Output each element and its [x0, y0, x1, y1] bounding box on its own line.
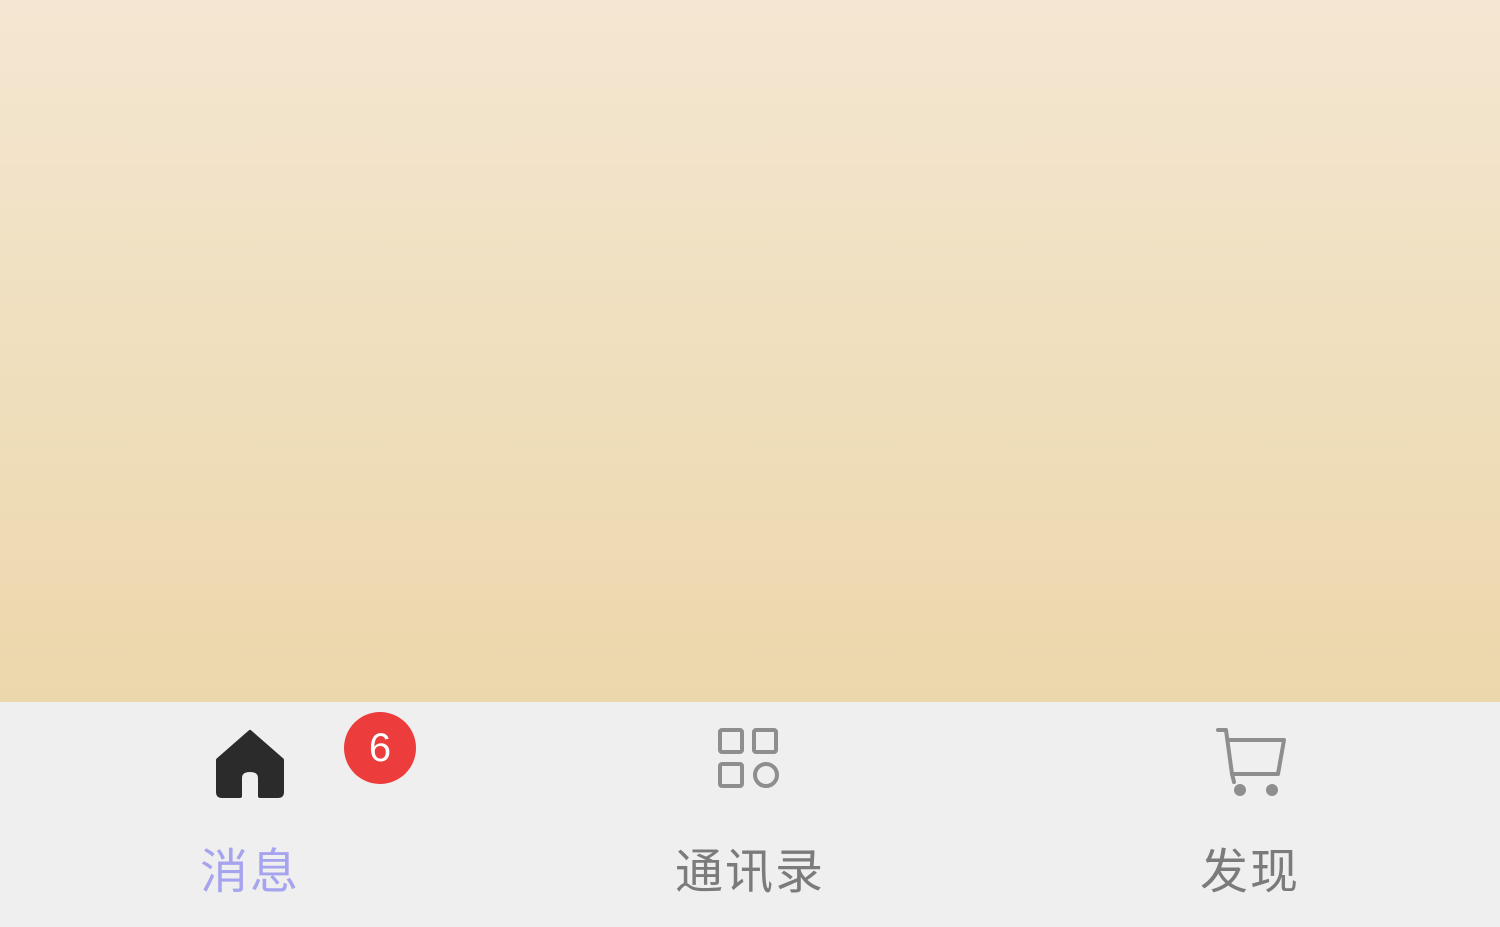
shopping-cart-icon — [1210, 722, 1290, 802]
content-area — [0, 0, 1500, 702]
bottom-tab-bar: 6 消息 通讯录 发现 — [0, 702, 1500, 927]
tab-label-discover: 发现 — [1199, 844, 1300, 900]
tab-label-messages: 消息 — [199, 844, 300, 900]
unread-badge: 6 — [344, 712, 416, 784]
tab-discover[interactable]: 发现 — [1000, 702, 1500, 927]
tab-label-contacts: 通讯录 — [674, 844, 825, 900]
tab-messages[interactable]: 6 消息 — [0, 702, 500, 927]
screen: 6 消息 通讯录 发现 — [0, 0, 1500, 927]
home-shape — [216, 730, 284, 798]
home-icon — [210, 722, 290, 802]
apps-grid-icon — [710, 722, 790, 802]
tab-contacts[interactable]: 通讯录 — [500, 702, 1000, 927]
